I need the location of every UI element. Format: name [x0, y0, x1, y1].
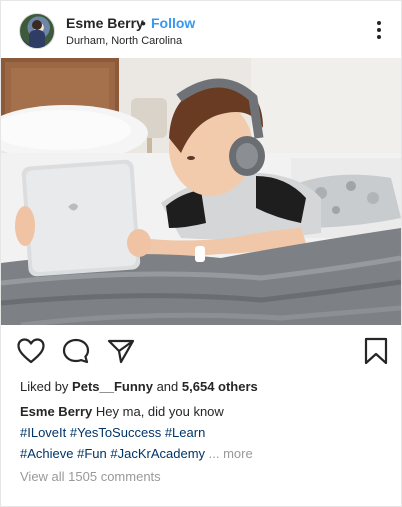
likes-prefix: Liked by	[20, 379, 73, 394]
hashtag[interactable]: #ILoveIt	[20, 425, 66, 440]
likes-middle: and	[152, 379, 182, 394]
heart-icon[interactable]	[17, 338, 45, 364]
likes-summary: Liked by Pets__Funny and 5,654 others	[20, 379, 258, 394]
post-card: Esme Berry • Follow Durham, North Caroli…	[0, 0, 402, 507]
post-photo[interactable]	[1, 58, 401, 325]
hashtag[interactable]: #YesToSuccess	[70, 425, 161, 440]
location-link[interactable]: Durham, North Carolina	[66, 35, 182, 47]
comment-icon[interactable]	[62, 338, 90, 364]
hashtags-line-2: #Achieve #Fun #JacKrAcademy ... more	[20, 446, 253, 461]
bookmark-icon[interactable]	[363, 337, 389, 365]
hashtags-line-1: #ILoveIt #YesToSuccess #Learn	[20, 425, 205, 440]
follow-button[interactable]: Follow	[151, 15, 195, 31]
hashtag[interactable]: #JacKrAcademy	[110, 446, 205, 461]
paper-plane-icon[interactable]	[107, 338, 135, 364]
hashtag[interactable]: #Fun	[77, 446, 107, 461]
hashtag[interactable]: #Learn	[165, 425, 205, 440]
caption: Esme Berry Hey ma, did you know	[20, 404, 224, 419]
liked-by-user-link[interactable]: Pets__Funny	[72, 379, 153, 394]
photo-illustration	[1, 58, 401, 325]
hashtag[interactable]: #Achieve	[20, 446, 73, 461]
username[interactable]: Esme Berry	[66, 15, 144, 31]
likes-count-link[interactable]: 5,654 others	[182, 379, 258, 394]
caption-text: Hey ma, did you know	[95, 404, 224, 419]
caption-username[interactable]: Esme Berry	[20, 404, 92, 419]
avatar[interactable]	[19, 13, 55, 49]
caption-more-link[interactable]: ... more	[209, 446, 253, 461]
view-all-comments-link[interactable]: View all 1505 comments	[20, 469, 161, 484]
more-options-icon[interactable]	[371, 19, 387, 41]
separator-dot: •	[141, 15, 146, 31]
post-header: Esme Berry • Follow Durham, North Caroli…	[1, 1, 401, 58]
